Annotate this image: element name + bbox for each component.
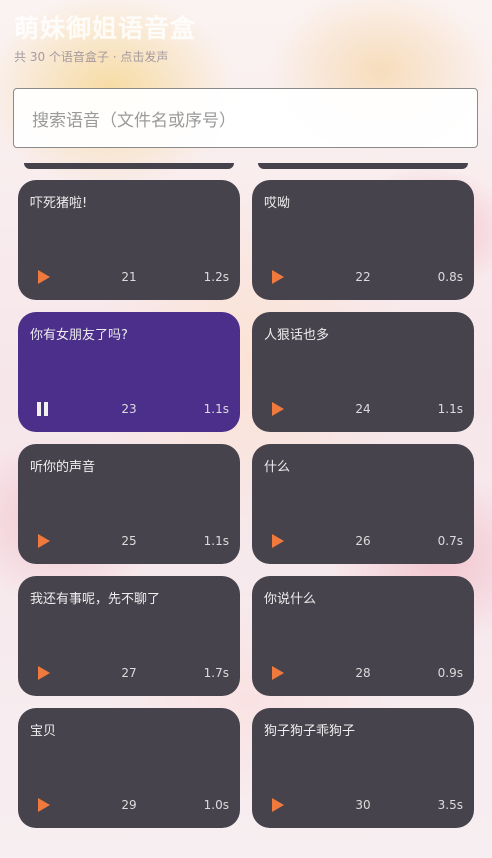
voice-card[interactable]: 什么 26 0.7s <box>252 444 474 564</box>
voice-card-label: 宝贝 <box>30 724 57 739</box>
voice-card-label: 人狠话也多 <box>264 328 330 343</box>
voice-card-label: 你有女朋友了吗? <box>30 328 128 343</box>
voice-card-duration: 1.1s <box>203 402 229 416</box>
app-subtitle: 共 30 个语音盒子 · 点击发声 <box>14 50 169 64</box>
play-icon[interactable] <box>37 534 51 548</box>
voice-card[interactable]: 听你的声音 25 1.1s <box>18 444 240 564</box>
voice-card-duration: 1.1s <box>203 534 229 548</box>
play-icon[interactable] <box>271 270 285 284</box>
voice-card-number: 25 <box>121 534 137 548</box>
voice-card-number: 22 <box>355 270 371 284</box>
app-title: 萌妹御姐语音盒 <box>14 14 197 43</box>
voice-card-duration: 0.7s <box>437 534 463 548</box>
search-placeholder: 搜索语音（文件名或序号） <box>32 110 236 131</box>
voice-card-duration: 1.0s <box>203 798 229 812</box>
voice-card[interactable]: 宝贝 29 1.0s <box>18 708 240 828</box>
play-icon[interactable] <box>271 666 285 680</box>
scrolled-card-edge <box>24 163 234 169</box>
voice-card[interactable]: 我还有事呢，先不聊了 27 1.7s <box>18 576 240 696</box>
play-icon[interactable] <box>271 798 285 812</box>
voice-card[interactable]: 吓死猪啦! 21 1.2s <box>18 180 240 300</box>
voice-card-duration: 1.1s <box>437 402 463 416</box>
voice-card-duration: 0.9s <box>437 666 463 680</box>
voice-card-duration: 1.7s <box>203 666 229 680</box>
voice-card[interactable]: 人狠话也多 24 1.1s <box>252 312 474 432</box>
scrolled-card-edge <box>258 163 468 169</box>
play-icon[interactable] <box>271 402 285 416</box>
voice-card-label: 什么 <box>264 460 291 475</box>
voice-card-label: 吓死猪啦! <box>30 196 88 211</box>
voice-card-number: 26 <box>355 534 371 548</box>
voice-card-number: 28 <box>355 666 371 680</box>
voice-card-label: 哎呦 <box>264 196 291 211</box>
voice-card-playing[interactable]: 你有女朋友了吗? 23 1.1s <box>18 312 240 432</box>
voice-card-number: 27 <box>121 666 137 680</box>
voice-card-duration: 1.2s <box>203 270 229 284</box>
search-input[interactable]: 搜索语音（文件名或序号） <box>13 88 478 148</box>
voice-card-number: 23 <box>121 402 137 416</box>
play-icon[interactable] <box>37 798 51 812</box>
play-icon[interactable] <box>271 534 285 548</box>
voice-card-number: 24 <box>355 402 371 416</box>
voice-card[interactable]: 哎呦 22 0.8s <box>252 180 474 300</box>
voice-card-number: 30 <box>355 798 371 812</box>
voice-card-label: 我还有事呢，先不聊了 <box>30 592 161 607</box>
voice-card[interactable]: 你说什么 28 0.9s <box>252 576 474 696</box>
voice-card-label: 狗子狗子乖狗子 <box>264 724 356 739</box>
voice-card[interactable]: 狗子狗子乖狗子 30 3.5s <box>252 708 474 828</box>
voice-card-duration: 3.5s <box>437 798 463 812</box>
voice-card-label: 你说什么 <box>264 592 317 607</box>
pause-icon[interactable] <box>37 402 51 416</box>
app-header: 萌妹御姐语音盒 共 30 个语音盒子 · 点击发声 <box>14 12 196 65</box>
voice-card-duration: 0.8s <box>437 270 463 284</box>
voice-card-number: 21 <box>121 270 137 284</box>
play-icon[interactable] <box>37 666 51 680</box>
voice-card-label: 听你的声音 <box>30 460 96 475</box>
voice-card-number: 29 <box>121 798 137 812</box>
play-icon[interactable] <box>37 270 51 284</box>
